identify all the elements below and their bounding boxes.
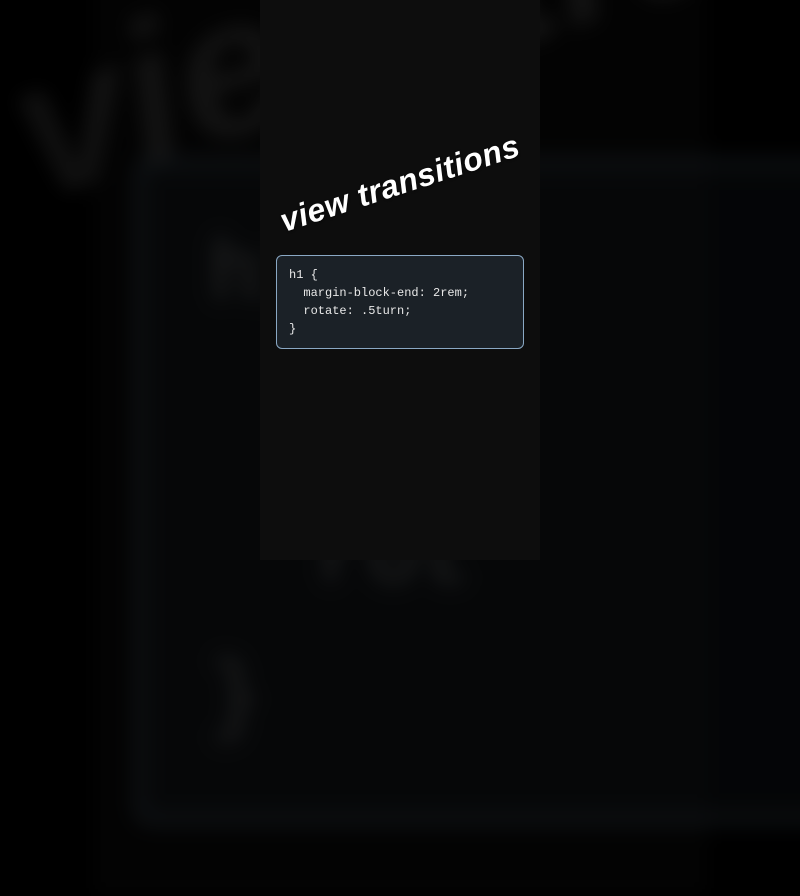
code-line-3: rotate: .5turn; xyxy=(289,302,511,320)
code-line-4: } xyxy=(289,320,511,338)
heading-text: view transitions xyxy=(275,127,524,239)
center-panel: view transitions h1 { margin-block-end: … xyxy=(260,0,540,560)
code-bg-line-4: } xyxy=(209,632,800,773)
code-line-2: margin-block-end: 2rem; xyxy=(289,284,511,302)
code-block: h1 { margin-block-end: 2rem; rotate: .5t… xyxy=(276,255,524,349)
code-line-1: h1 { xyxy=(289,266,511,284)
